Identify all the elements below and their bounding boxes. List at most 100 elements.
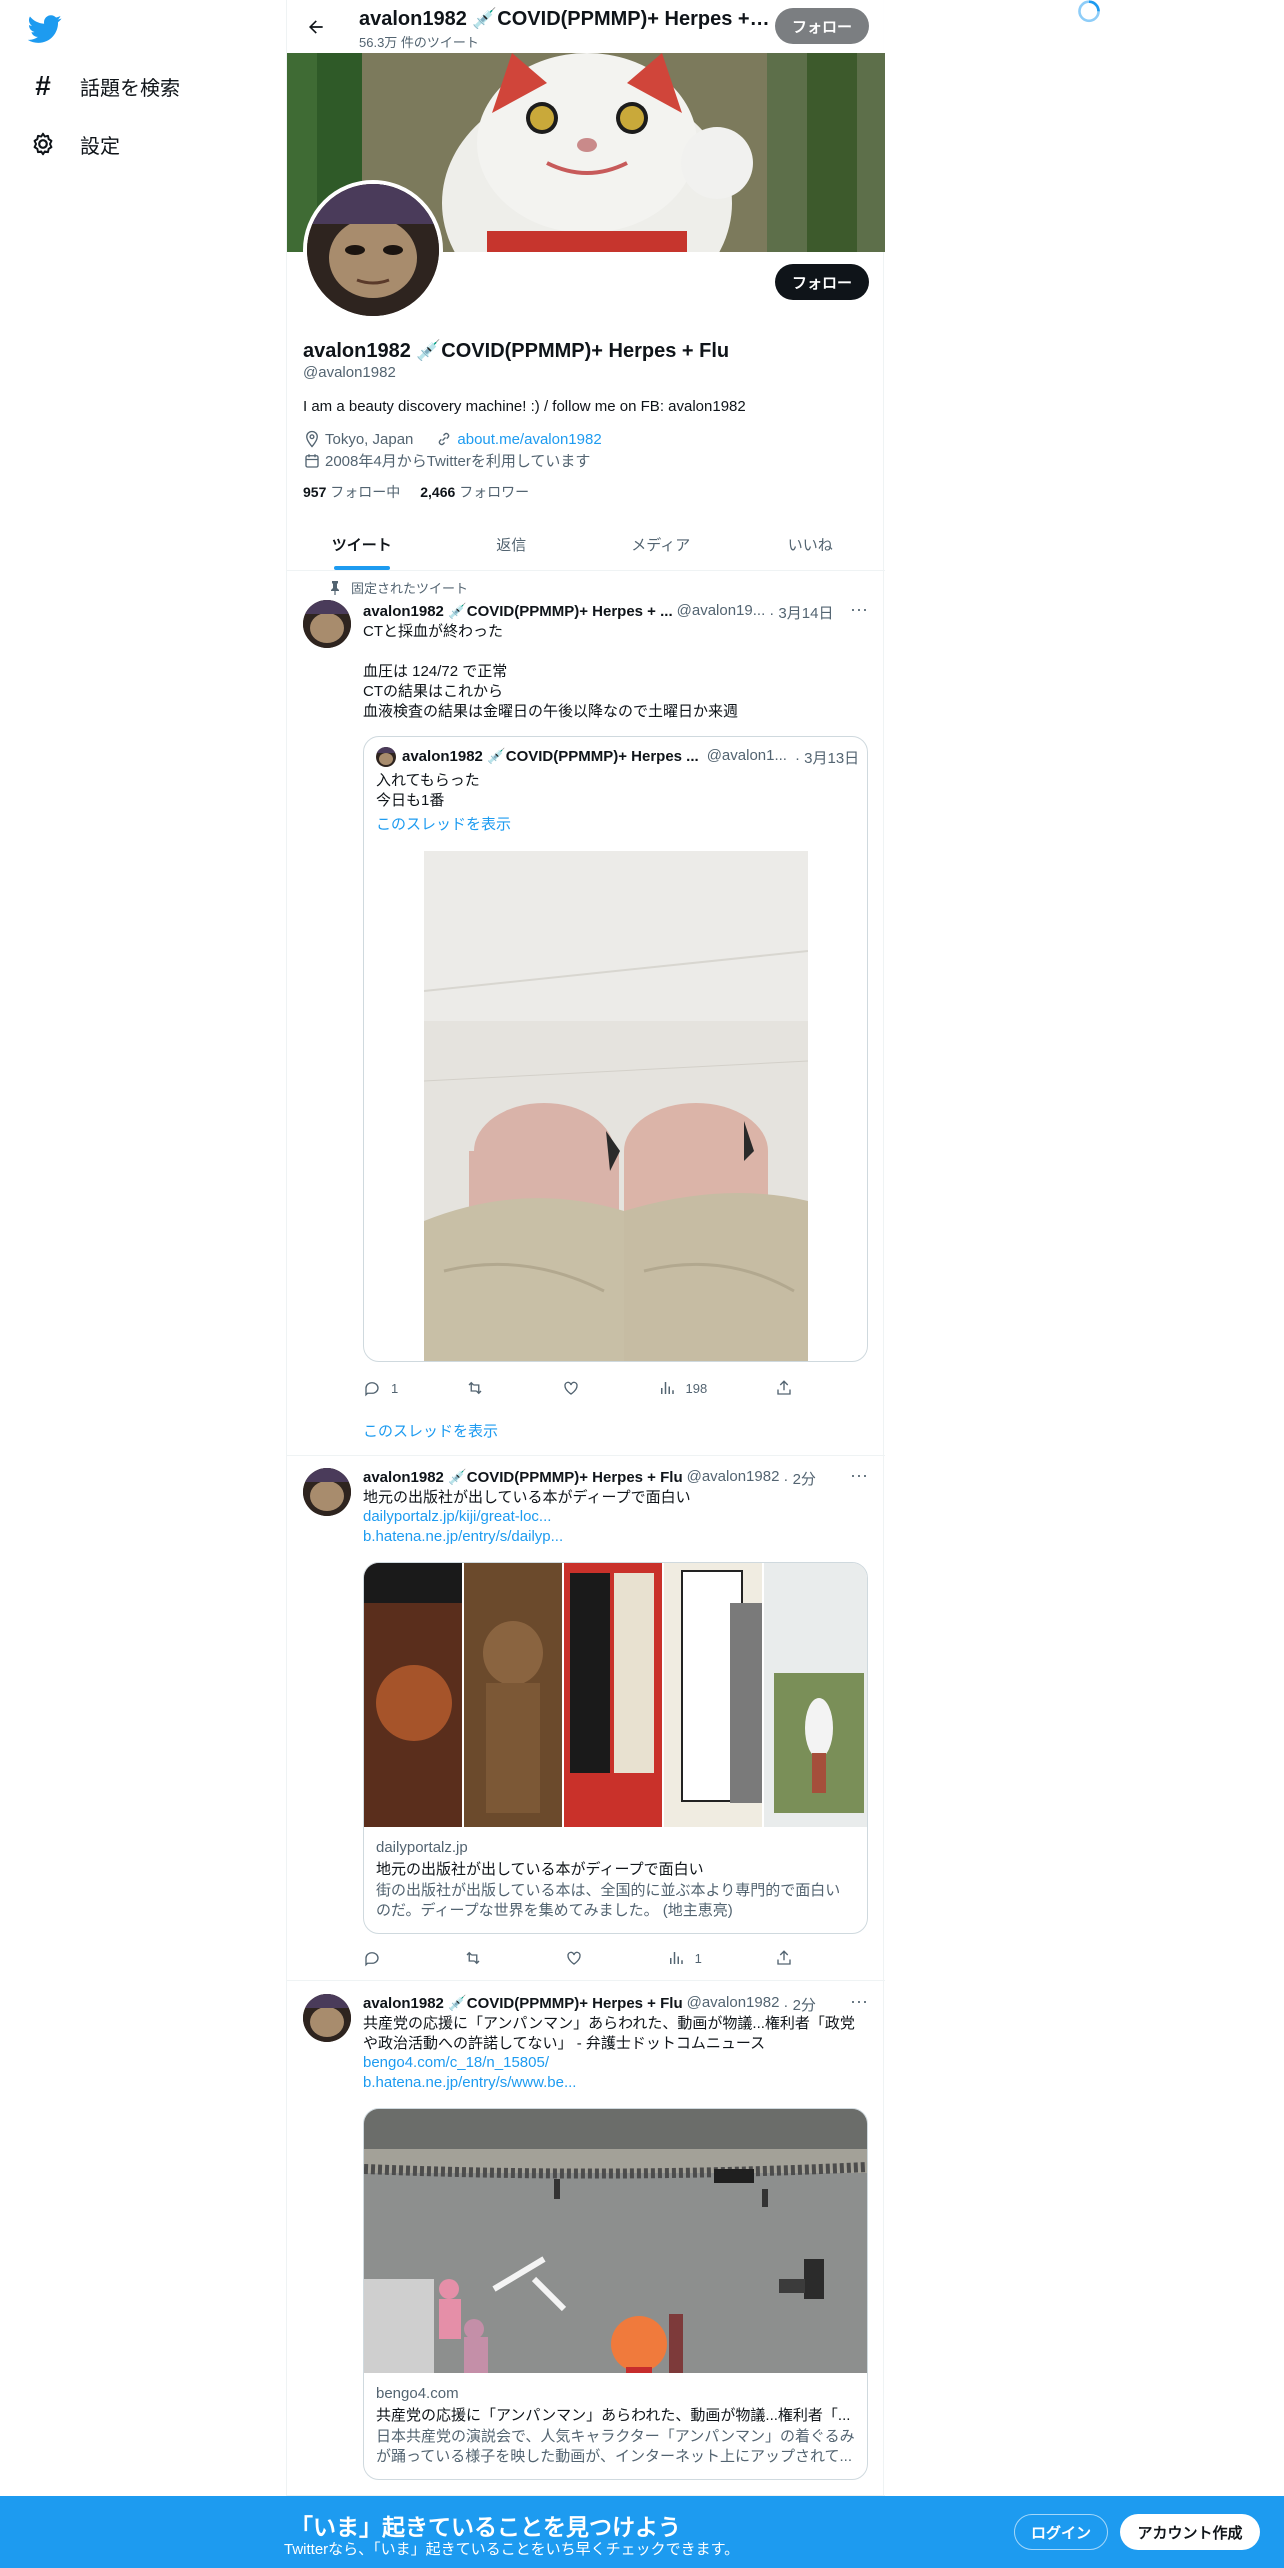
view-count: 1	[694, 1950, 702, 1966]
tweet[interactable]: avalon1982 💉COVID(PPMMP)+ Herpes + Flu @…	[287, 1982, 885, 2496]
login-button[interactable]: ログイン	[1014, 2514, 1108, 2550]
profile-joined: 2008年4月からTwitterを利用しています	[325, 453, 591, 470]
profile-location: Tokyo, Japan	[325, 430, 414, 448]
link-card-image	[364, 2109, 867, 2373]
link-card-title: 共産党の応援に「アンパンマン」あらわれた、動画が物議...権利者「...	[376, 2407, 851, 2424]
view-count: 198	[685, 1380, 708, 1396]
reply-count: 1	[391, 1380, 399, 1396]
profile-tabs: ツイート 返信 メディア いいね	[287, 518, 885, 571]
avatar-image	[303, 1994, 351, 2042]
nav-explore[interactable]: # 話題を検索	[30, 62, 180, 110]
signup-button[interactable]: アカウント作成	[1120, 2514, 1260, 2550]
tab-likes[interactable]: いいね	[736, 518, 886, 570]
header-title: avalon1982 💉COVID(PPMMP)+ Herpes + Flu	[359, 8, 775, 30]
tweet-author-handle[interactable]: @avalon19...	[677, 602, 766, 623]
hashtag-icon: #	[35, 70, 51, 101]
share-icon	[777, 1380, 791, 1395]
link-card-description: 街の出版社が出版している本は、全国的に並ぶ本より専門的で面白いのだ。ディープな世…	[376, 1882, 841, 1919]
link-card[interactable]: dailyportalz.jp 地元の出版社が出している本がディープで面白い 街…	[363, 1562, 868, 1934]
knees-photo-image	[424, 851, 808, 1361]
reply-icon	[365, 1952, 379, 1967]
location-pin-icon	[306, 430, 318, 448]
tweet-link[interactable]: b.hatena.ne.jp/entry/s/www.be...	[363, 2074, 576, 2091]
views-button[interactable]: 1	[667, 1948, 702, 1968]
link-card-image	[364, 1563, 867, 1827]
back-arrow-icon	[309, 20, 323, 34]
tab-media[interactable]: メディア	[586, 518, 736, 570]
followers-count: 2,466	[420, 484, 456, 500]
profile-avatar[interactable]	[303, 180, 443, 320]
reply-button[interactable]	[363, 1948, 391, 1968]
signup-prompt-bar: 「いま」起きていることを見つけよう Twitterなら、「いま」起きていることを…	[0, 2496, 1284, 2568]
reply-icon	[365, 1382, 379, 1397]
retweet-icon	[466, 1951, 480, 1965]
tweet-avatar[interactable]	[303, 1468, 351, 1516]
tab-replies[interactable]: 返信	[437, 518, 587, 570]
tweet-actions: 1 198	[363, 1378, 793, 1398]
show-thread-link[interactable]: このスレッドを表示	[363, 1420, 498, 1441]
quote-time: · 3月13日	[794, 750, 860, 767]
quote-avatar	[376, 747, 396, 767]
quote-photo[interactable]	[424, 851, 808, 1361]
back-button[interactable]	[299, 10, 333, 44]
quote-author-name: avalon1982 💉COVID(PPMMP)+ Herpes ...	[402, 748, 699, 765]
street-rally-image	[364, 2109, 867, 2373]
tweet-author-name[interactable]: avalon1982 💉COVID(PPMMP)+ Herpes + ...	[363, 602, 673, 623]
reply-button[interactable]: 1	[363, 1378, 398, 1398]
profile-header-bar: avalon1982 💉COVID(PPMMP)+ Herpes + Flu 5…	[287, 0, 885, 53]
nav-settings[interactable]: 設定	[30, 120, 120, 168]
avatar-image	[303, 600, 351, 648]
tweet-header: avalon1982 💉COVID(PPMMP)+ Herpes + Flu @…	[363, 1994, 853, 2015]
quoted-tweet[interactable]: avalon1982 💉COVID(PPMMP)+ Herpes ... @av…	[363, 736, 868, 1362]
retweet-icon	[468, 1381, 482, 1395]
tweet-time[interactable]: · 2分	[783, 1994, 816, 2015]
header-follow-button[interactable]: フォロー	[775, 8, 869, 44]
profile-website-link[interactable]: about.me/avalon1982	[457, 431, 601, 448]
tweet-author-name[interactable]: avalon1982 💉COVID(PPMMP)+ Herpes + Flu	[363, 1468, 683, 1489]
tweet-avatar[interactable]	[303, 1994, 351, 2042]
like-button[interactable]	[562, 1378, 590, 1398]
tweet-author-handle[interactable]: @avalon1982	[687, 1994, 780, 2015]
share-button[interactable]	[775, 1378, 793, 1398]
views-button[interactable]: 198	[658, 1378, 708, 1398]
signup-prompt-subtitle: Twitterなら、「いま」起きていることをいち早くチェックできます。	[284, 2541, 740, 2558]
link-card-domain: dailyportalz.jp	[376, 1839, 468, 1856]
tweet-author-name[interactable]: avalon1982 💉COVID(PPMMP)+ Herpes + Flu	[363, 1994, 683, 2015]
pin-icon	[331, 580, 339, 595]
tweet-author-handle[interactable]: @avalon1982	[687, 1468, 780, 1489]
like-button[interactable]	[565, 1948, 593, 1968]
follow-counts: 957 フォロー中 2,466 フォロワー	[303, 482, 529, 502]
share-button[interactable]	[775, 1948, 793, 1968]
quote-show-thread-link[interactable]: このスレッドを表示	[376, 813, 511, 834]
tweet-pinned[interactable]: 固定されたツイート avalon1982 💉COVID(PPMMP)+ Herp…	[287, 572, 885, 1456]
retweet-button[interactable]	[466, 1378, 494, 1398]
twitter-bird-icon[interactable]	[28, 12, 62, 46]
tweet-time[interactable]: · 3月14日	[769, 602, 833, 623]
follow-button[interactable]: フォロー	[775, 264, 869, 300]
tweet-link[interactable]: bengo4.com/c_18/n_15805/	[363, 2054, 549, 2071]
tweet[interactable]: avalon1982 💉COVID(PPMMP)+ Herpes + Flu @…	[287, 1456, 885, 1981]
calendar-icon	[305, 453, 319, 468]
pinned-label: 固定されたツイート	[351, 581, 469, 596]
link-card-description: 日本共産党の演説会で、人気キャラクター「アンパンマン」の着ぐるみが踊っている様子…	[376, 2428, 855, 2465]
analytics-icon	[660, 1382, 674, 1394]
tweet-link[interactable]: dailyportalz.jp/kiji/great-loc...	[363, 1508, 551, 1525]
link-card-title: 地元の出版社が出している本がディープで面白い	[376, 1861, 704, 1878]
left-nav: # 話題を検索 設定	[0, 0, 286, 2568]
tweet-time[interactable]: · 2分	[783, 1468, 816, 1489]
tweet-link[interactable]: b.hatena.ne.jp/entry/s/dailyp...	[363, 1528, 563, 1545]
avatar-image	[303, 1468, 351, 1516]
link-card[interactable]: bengo4.com 共産党の応援に「アンパンマン」あらわれた、動画が物議...…	[363, 2108, 868, 2480]
tweet-header: avalon1982 💉COVID(PPMMP)+ Herpes + ... @…	[363, 602, 853, 623]
loading-spinner-icon	[1078, 0, 1100, 23]
retweet-button[interactable]	[464, 1948, 492, 1968]
tweet-avatar[interactable]	[303, 600, 351, 648]
following-link[interactable]: 957 フォロー中	[303, 482, 400, 502]
nav-settings-label: 設定	[80, 135, 120, 158]
tab-tweets[interactable]: ツイート	[287, 518, 437, 570]
followers-link[interactable]: 2,466 フォロワー	[420, 482, 529, 502]
avatar-image	[307, 184, 439, 316]
tweet-text: 地元の出版社が出している本がディープで面白い	[363, 1489, 691, 1506]
following-count: 957	[303, 484, 327, 500]
analytics-icon	[669, 1952, 683, 1964]
